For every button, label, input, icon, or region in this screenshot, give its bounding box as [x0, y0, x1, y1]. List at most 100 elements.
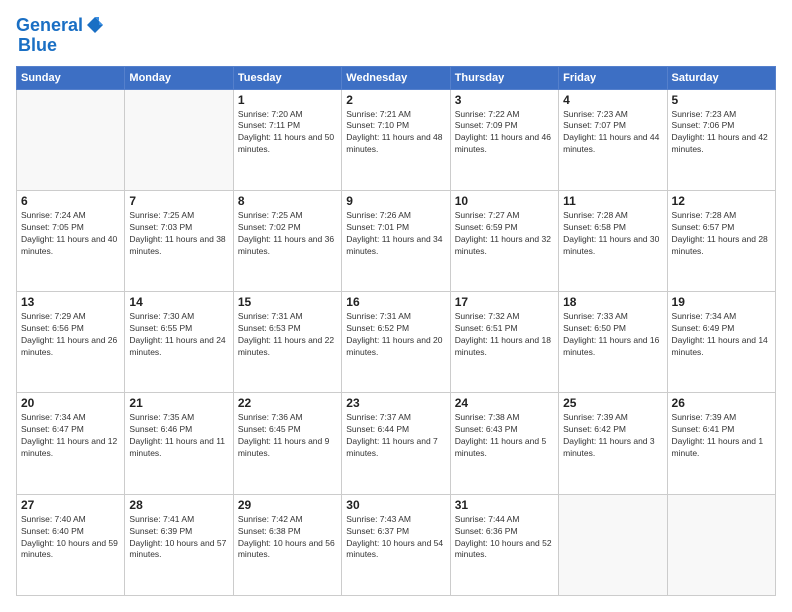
cell-info: Sunrise: 7:36 AMSunset: 6:45 PMDaylight:… [238, 412, 337, 460]
cell-info: Sunrise: 7:31 AMSunset: 6:52 PMDaylight:… [346, 311, 445, 359]
day-number: 18 [563, 295, 662, 309]
calendar-cell: 24 Sunrise: 7:38 AMSunset: 6:43 PMDayligh… [450, 393, 558, 494]
calendar-cell [559, 494, 667, 595]
cell-info: Sunrise: 7:27 AMSunset: 6:59 PMDaylight:… [455, 210, 554, 258]
day-number: 9 [346, 194, 445, 208]
calendar-cell: 15 Sunrise: 7:31 AMSunset: 6:53 PMDayligh… [233, 292, 341, 393]
calendar-cell: 30 Sunrise: 7:43 AMSunset: 6:37 PMDayligh… [342, 494, 450, 595]
weekday-header-monday: Monday [125, 66, 233, 89]
day-number: 27 [21, 498, 120, 512]
calendar-cell [125, 89, 233, 190]
cell-info: Sunrise: 7:25 AMSunset: 7:03 PMDaylight:… [129, 210, 228, 258]
cell-info: Sunrise: 7:28 AMSunset: 6:57 PMDaylight:… [672, 210, 771, 258]
day-number: 6 [21, 194, 120, 208]
cell-info: Sunrise: 7:33 AMSunset: 6:50 PMDaylight:… [563, 311, 662, 359]
calendar-cell: 3 Sunrise: 7:22 AMSunset: 7:09 PMDaylight… [450, 89, 558, 190]
calendar-cell: 27Sunrise: 7:40 AMSunset: 6:40 PMDayligh… [17, 494, 125, 595]
logo-text: General [16, 16, 83, 36]
calendar-week-1: 6 Sunrise: 7:24 AMSunset: 7:05 PMDaylight… [17, 190, 776, 291]
calendar-cell: 26 Sunrise: 7:39 AMSunset: 6:41 PMDayligh… [667, 393, 775, 494]
day-number: 29 [238, 498, 337, 512]
cell-info: Sunrise: 7:24 AMSunset: 7:05 PMDaylight:… [21, 210, 120, 258]
day-number: 20 [21, 396, 120, 410]
weekday-header-tuesday: Tuesday [233, 66, 341, 89]
calendar-cell: 5Sunrise: 7:23 AMSunset: 7:06 PMDaylight… [667, 89, 775, 190]
cell-info: Sunrise: 7:30 AMSunset: 6:55 PMDaylight:… [129, 311, 228, 359]
cell-info: Sunrise: 7:39 AMSunset: 6:42 PMDaylight:… [563, 412, 662, 460]
day-number: 26 [672, 396, 771, 410]
calendar-cell: 25 Sunrise: 7:39 AMSunset: 6:42 PMDayligh… [559, 393, 667, 494]
cell-info: Sunrise: 7:41 AMSunset: 6:39 PMDaylight:… [129, 514, 228, 562]
day-number: 31 [455, 498, 554, 512]
calendar-cell: 21 Sunrise: 7:35 AMSunset: 6:46 PMDayligh… [125, 393, 233, 494]
cell-info: Sunrise: 7:21 AMSunset: 7:10 PMDaylight:… [346, 109, 445, 157]
day-number: 7 [129, 194, 228, 208]
calendar-cell: 2 Sunrise: 7:21 AMSunset: 7:10 PMDaylight… [342, 89, 450, 190]
cell-info: Sunrise: 7:22 AMSunset: 7:09 PMDaylight:… [455, 109, 554, 157]
calendar-cell: 19Sunrise: 7:34 AMSunset: 6:49 PMDayligh… [667, 292, 775, 393]
day-number: 2 [346, 93, 445, 107]
calendar-cell: 13Sunrise: 7:29 AMSunset: 6:56 PMDayligh… [17, 292, 125, 393]
day-number: 19 [672, 295, 771, 309]
cell-info: Sunrise: 7:28 AMSunset: 6:58 PMDaylight:… [563, 210, 662, 258]
calendar-cell: 7 Sunrise: 7:25 AMSunset: 7:03 PMDaylight… [125, 190, 233, 291]
calendar-cell: 29 Sunrise: 7:42 AMSunset: 6:38 PMDayligh… [233, 494, 341, 595]
cell-info: Sunrise: 7:20 AMSunset: 7:11 PMDaylight:… [238, 109, 337, 157]
cell-info: Sunrise: 7:39 AMSunset: 6:41 PMDaylight:… [672, 412, 771, 460]
calendar-cell [17, 89, 125, 190]
day-number: 28 [129, 498, 228, 512]
weekday-header-row: SundayMondayTuesdayWednesdayThursdayFrid… [17, 66, 776, 89]
cell-info: Sunrise: 7:34 AMSunset: 6:47 PMDaylight:… [21, 412, 120, 460]
day-number: 1 [238, 93, 337, 107]
calendar-cell: 18 Sunrise: 7:33 AMSunset: 6:50 PMDayligh… [559, 292, 667, 393]
day-number: 14 [129, 295, 228, 309]
day-number: 11 [563, 194, 662, 208]
cell-info: Sunrise: 7:43 AMSunset: 6:37 PMDaylight:… [346, 514, 445, 562]
logo: General Blue [16, 16, 105, 56]
calendar-cell: 10 Sunrise: 7:27 AMSunset: 6:59 PMDayligh… [450, 190, 558, 291]
cell-info: Sunrise: 7:31 AMSunset: 6:53 PMDaylight:… [238, 311, 337, 359]
day-number: 5 [672, 93, 771, 107]
day-number: 24 [455, 396, 554, 410]
calendar-cell [667, 494, 775, 595]
day-number: 15 [238, 295, 337, 309]
day-number: 3 [455, 93, 554, 107]
calendar-cell: 14 Sunrise: 7:30 AMSunset: 6:55 PMDayligh… [125, 292, 233, 393]
calendar-cell: 1 Sunrise: 7:20 AMSunset: 7:11 PMDaylight… [233, 89, 341, 190]
day-number: 22 [238, 396, 337, 410]
cell-info: Sunrise: 7:29 AMSunset: 6:56 PMDaylight:… [21, 311, 120, 359]
cell-info: Sunrise: 7:23 AMSunset: 7:07 PMDaylight:… [563, 109, 662, 157]
day-number: 4 [563, 93, 662, 107]
day-number: 16 [346, 295, 445, 309]
calendar-cell: 9 Sunrise: 7:26 AMSunset: 7:01 PMDaylight… [342, 190, 450, 291]
calendar-cell: 31Sunrise: 7:44 AMSunset: 6:36 PMDayligh… [450, 494, 558, 595]
day-number: 10 [455, 194, 554, 208]
calendar-table: SundayMondayTuesdayWednesdayThursdayFrid… [16, 66, 776, 596]
day-number: 30 [346, 498, 445, 512]
calendar-week-3: 20 Sunrise: 7:34 AMSunset: 6:47 PMDayligh… [17, 393, 776, 494]
logo-text2: Blue [18, 36, 57, 56]
calendar-cell: 22 Sunrise: 7:36 AMSunset: 6:45 PMDayligh… [233, 393, 341, 494]
calendar-week-0: 1 Sunrise: 7:20 AMSunset: 7:11 PMDaylight… [17, 89, 776, 190]
calendar-cell: 11 Sunrise: 7:28 AMSunset: 6:58 PMDayligh… [559, 190, 667, 291]
cell-info: Sunrise: 7:38 AMSunset: 6:43 PMDaylight:… [455, 412, 554, 460]
weekday-header-sunday: Sunday [17, 66, 125, 89]
weekday-header-thursday: Thursday [450, 66, 558, 89]
calendar-cell: 16 Sunrise: 7:31 AMSunset: 6:52 PMDayligh… [342, 292, 450, 393]
day-number: 21 [129, 396, 228, 410]
cell-info: Sunrise: 7:32 AMSunset: 6:51 PMDaylight:… [455, 311, 554, 359]
day-number: 23 [346, 396, 445, 410]
day-number: 25 [563, 396, 662, 410]
calendar-cell: 20 Sunrise: 7:34 AMSunset: 6:47 PMDayligh… [17, 393, 125, 494]
day-number: 8 [238, 194, 337, 208]
weekday-header-friday: Friday [559, 66, 667, 89]
day-number: 12 [672, 194, 771, 208]
calendar-cell: 23Sunrise: 7:37 AMSunset: 6:44 PMDayligh… [342, 393, 450, 494]
cell-info: Sunrise: 7:35 AMSunset: 6:46 PMDaylight:… [129, 412, 228, 460]
cell-info: Sunrise: 7:26 AMSunset: 7:01 PMDaylight:… [346, 210, 445, 258]
calendar-cell: 4 Sunrise: 7:23 AMSunset: 7:07 PMDaylight… [559, 89, 667, 190]
calendar-cell: 8Sunrise: 7:25 AMSunset: 7:02 PMDaylight… [233, 190, 341, 291]
calendar-cell: 12 Sunrise: 7:28 AMSunset: 6:57 PMDayligh… [667, 190, 775, 291]
day-number: 17 [455, 295, 554, 309]
cell-info: Sunrise: 7:42 AMSunset: 6:38 PMDaylight:… [238, 514, 337, 562]
